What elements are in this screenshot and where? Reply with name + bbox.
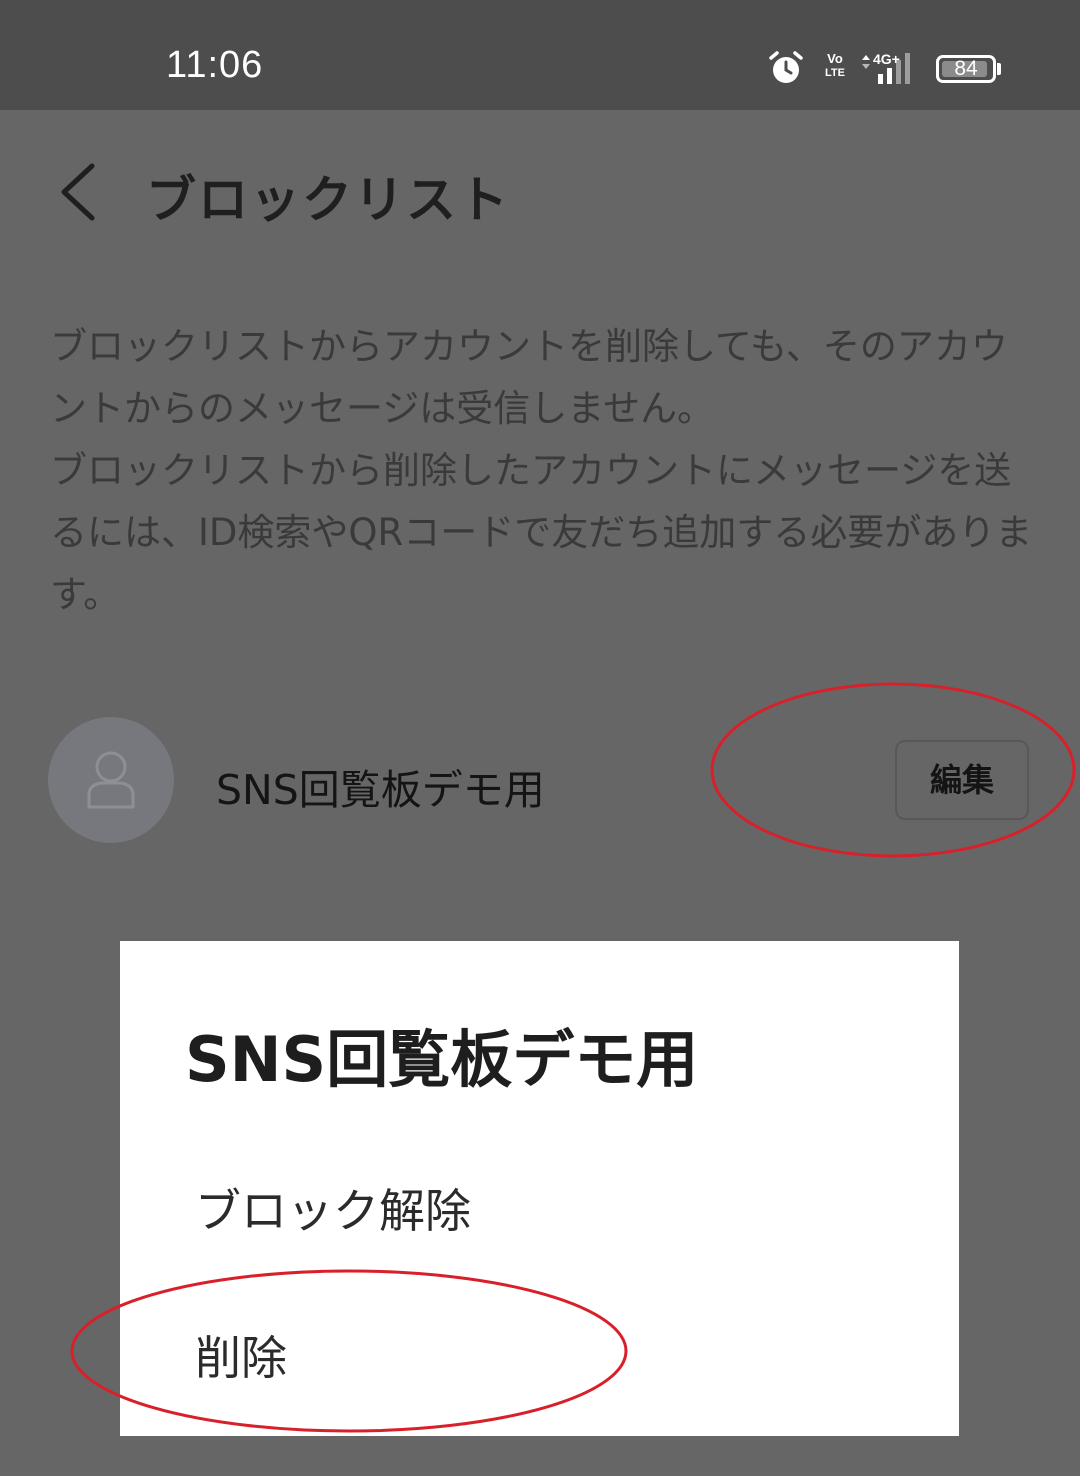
person-icon xyxy=(87,751,135,809)
battery-tip xyxy=(997,63,1001,75)
block-list-description: ブロックリストからアカウントを削除しても、そのアカウントからのメッセージは受信し… xyxy=(50,325,1033,616)
battery-percent: 84 xyxy=(954,57,978,80)
unblock-option[interactable]: ブロック解除 xyxy=(195,1175,471,1241)
signal-icon: 4G+ xyxy=(862,51,910,84)
dialog-title: SNS回覧板デモ用 xyxy=(185,1023,699,1096)
volte-top-label: Vo xyxy=(827,51,843,66)
chevron-left-icon[interactable] xyxy=(50,160,110,224)
alarm-icon xyxy=(769,51,803,83)
volte-bottom-label: LTE xyxy=(825,67,845,79)
edit-button[interactable]: 編集 xyxy=(895,740,1029,820)
page-title: ブロックリスト xyxy=(146,171,510,229)
volte-icon: Vo LTE xyxy=(822,52,848,84)
delete-option[interactable]: 削除 xyxy=(195,1322,287,1388)
status-bar: 11:06 Vo LTE 4G+ 84 xyxy=(0,0,1080,110)
account-options-dialog: SNS回覧板デモ用 ブロック解除 削除 xyxy=(120,941,959,1436)
battery-icon: 84 xyxy=(936,55,996,83)
network-type-label: 4G+ xyxy=(873,51,900,67)
account-name[interactable]: SNS回覧板デモ用 xyxy=(216,756,545,816)
status-time: 11:06 xyxy=(166,44,264,86)
avatar[interactable] xyxy=(48,717,174,843)
